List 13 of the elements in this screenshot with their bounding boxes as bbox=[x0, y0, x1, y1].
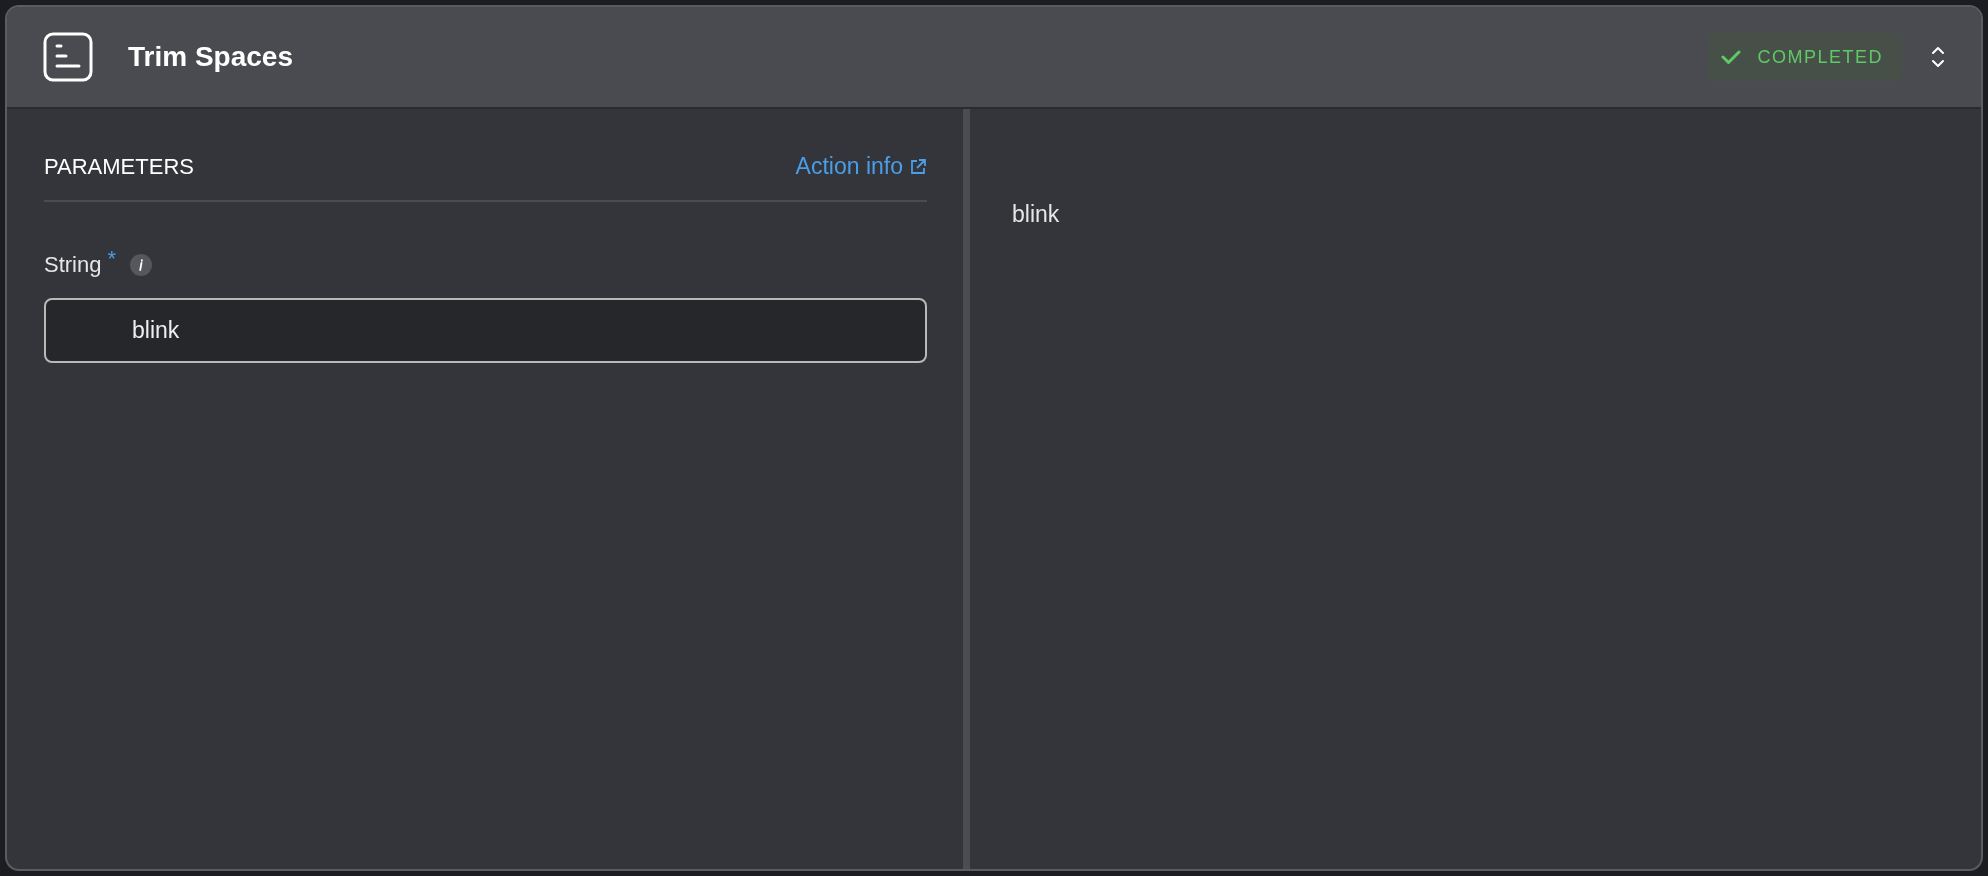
action-title: Trim Spaces bbox=[128, 41, 293, 73]
field-label: String bbox=[44, 252, 102, 278]
list-icon bbox=[43, 32, 93, 82]
external-link-icon bbox=[909, 157, 927, 176]
action-info-link[interactable]: Action info bbox=[795, 153, 927, 180]
output-text: blink bbox=[1012, 201, 1061, 228]
expand-toggle-icon[interactable] bbox=[1931, 45, 1945, 69]
input-field[interactable]: blink bbox=[44, 298, 927, 363]
info-icon bbox=[130, 254, 153, 276]
check-icon bbox=[1721, 49, 1742, 65]
section-heading: PARAMETERS bbox=[44, 153, 194, 180]
required-mark: * bbox=[107, 246, 117, 272]
status-label: COMPLETED bbox=[1757, 46, 1883, 68]
